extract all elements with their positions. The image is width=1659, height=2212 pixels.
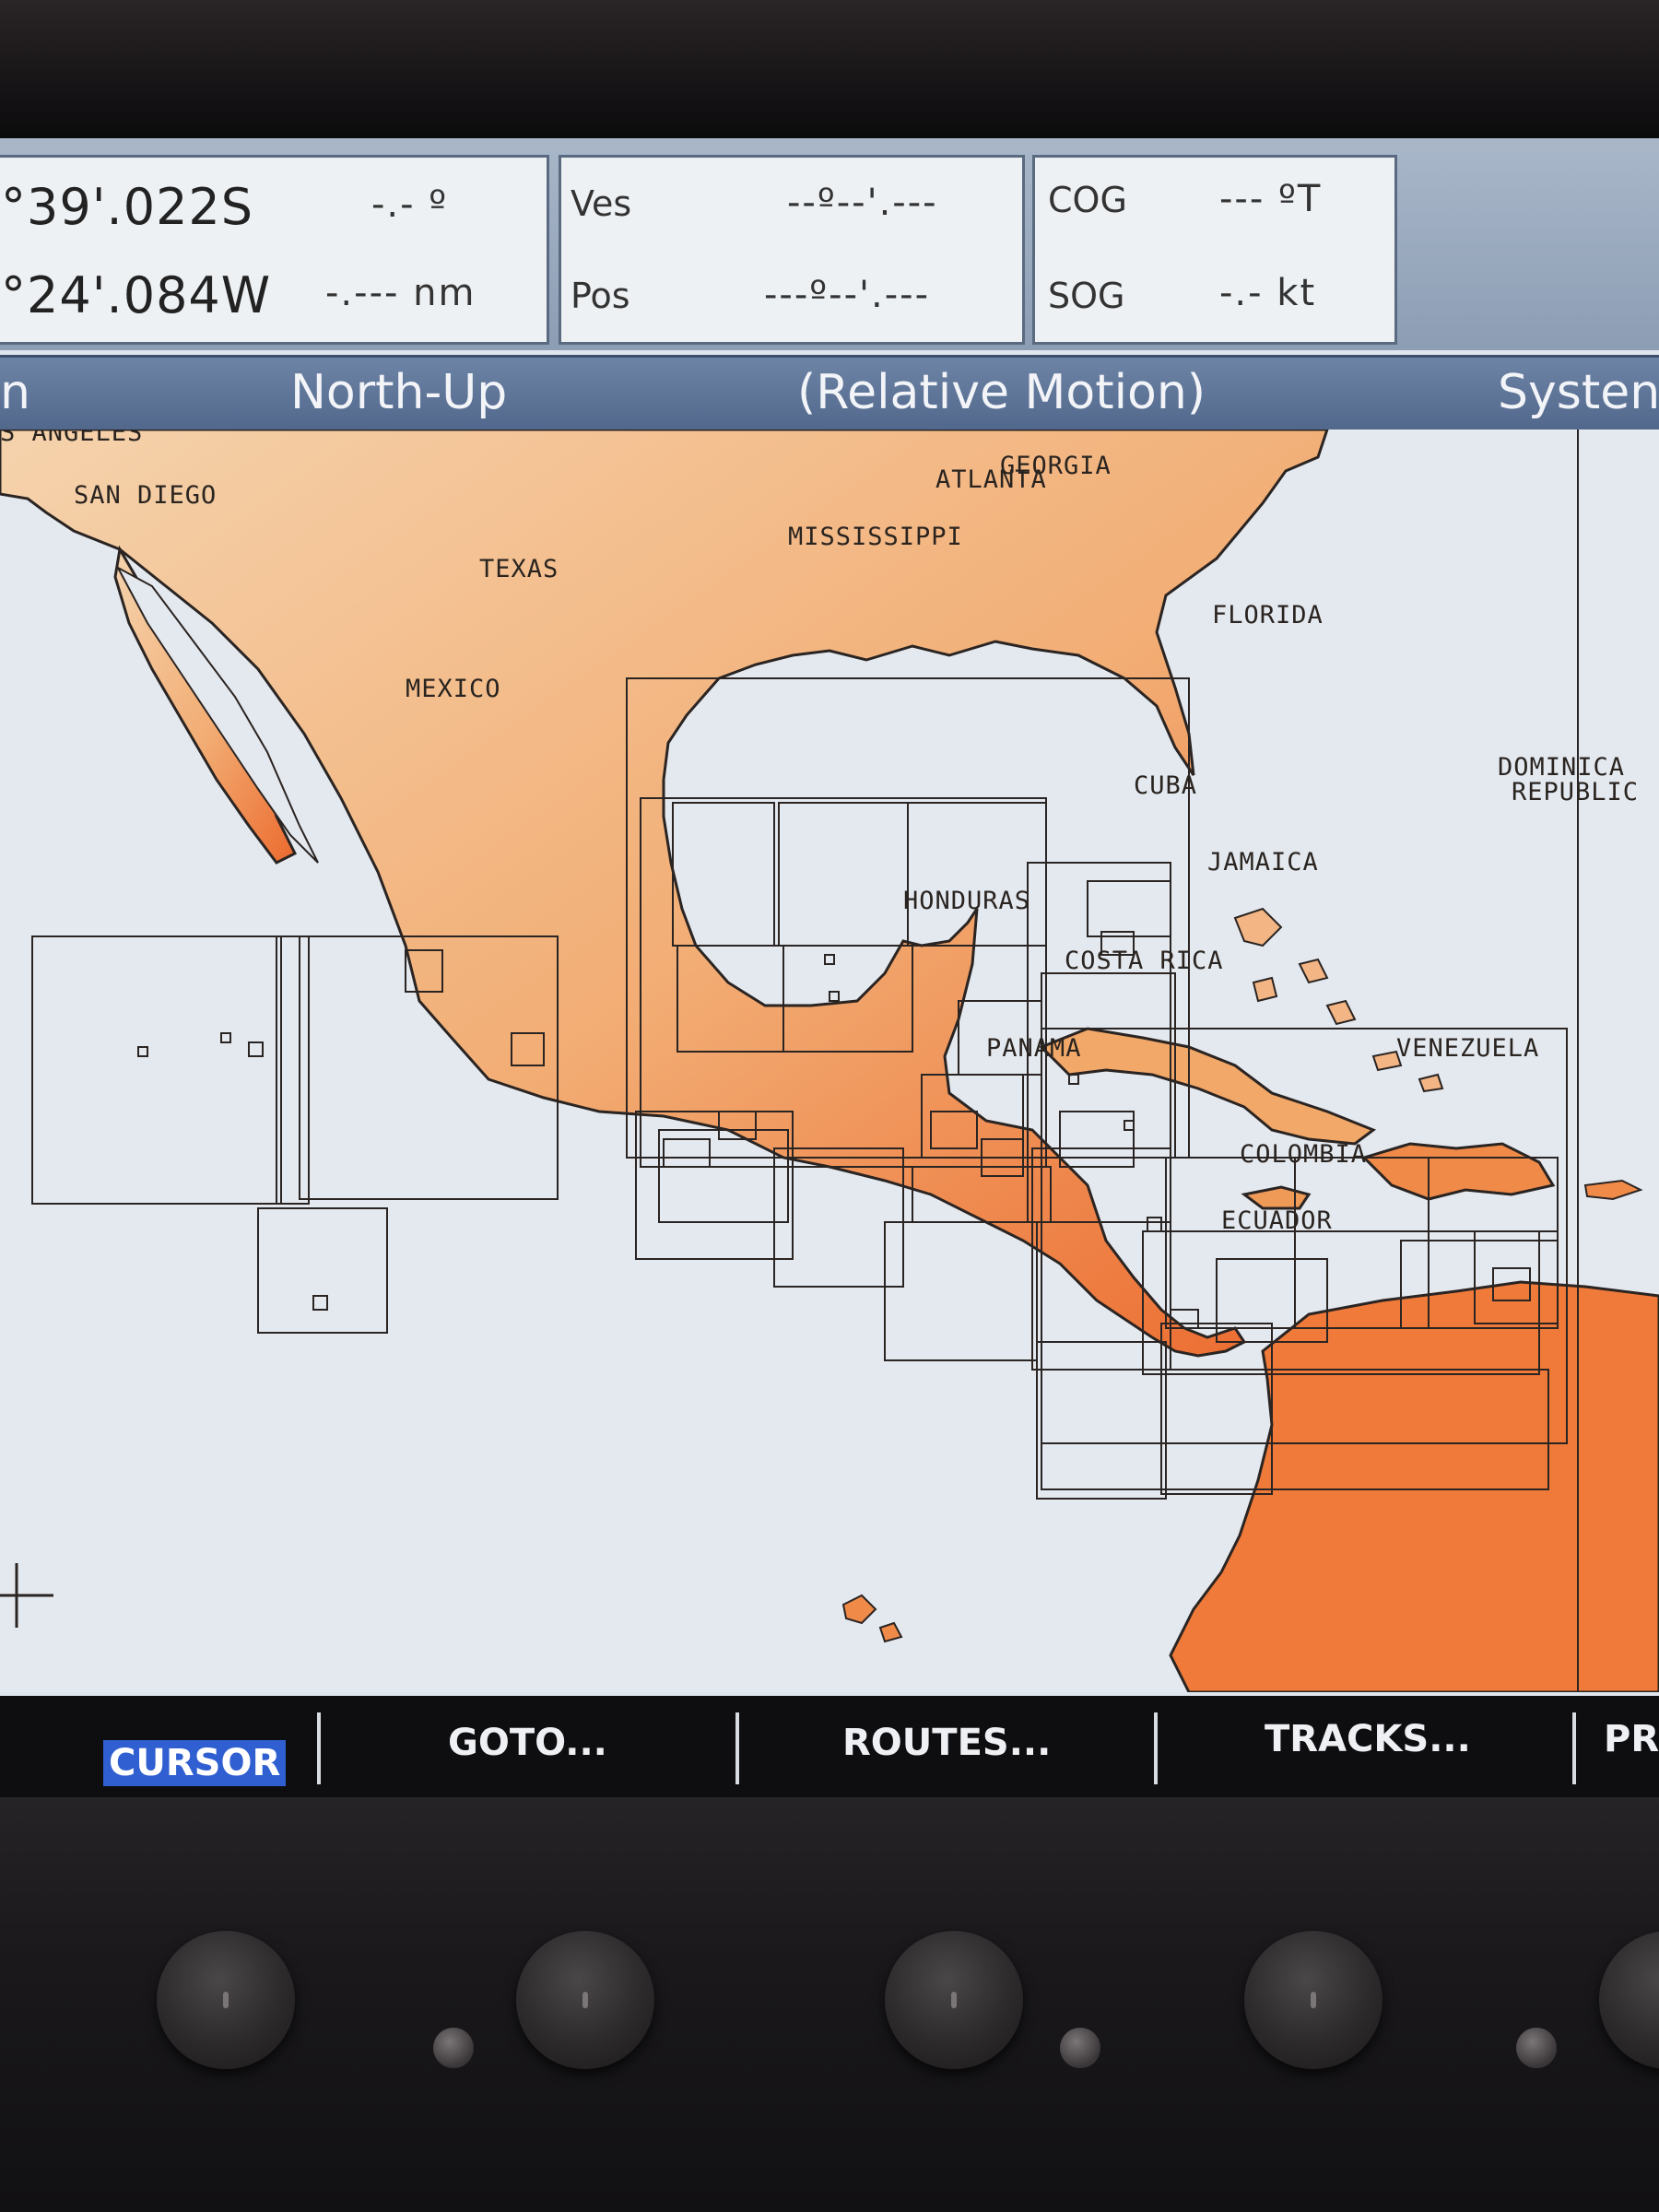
system-menu[interactable]: Systen [1498, 365, 1659, 420]
button-indicator [1311, 1992, 1316, 2008]
label-atlanta: ATLANTA [935, 465, 1047, 494]
mode-left-fragment: n [0, 365, 30, 420]
softkey-button-1[interactable] [157, 1931, 295, 2069]
cursor-softkey-label: CURSOR [103, 1740, 287, 1786]
label-los-angeles: S ANGELES [0, 429, 143, 447]
label-jamaica: JAMAICA [1207, 848, 1319, 877]
softkey-bar: CURSOR GOTO... ROUTES... TRACKS... PR [0, 1696, 1659, 1797]
sog-value: -.- kt [1219, 272, 1317, 314]
pr-softkey[interactable]: PR [1576, 1696, 1659, 1797]
label-mississippi: MISSISSIPPI [788, 523, 963, 551]
cursor-position-panel: °39'.022S °24'.084W -.- º -.--- nm [0, 155, 549, 345]
sog-label: SOG [1048, 276, 1125, 316]
goto-softkey-label: GOTO... [448, 1722, 607, 1764]
cursor-range: -.--- nm [325, 272, 477, 314]
label-panama: PANAMA [986, 1034, 1082, 1063]
softkey-button-3[interactable] [885, 1931, 1023, 2069]
label-colombia: COLOMBIA [1240, 1140, 1367, 1169]
nautical-chart-map[interactable]: S ANGELES SAN DIEGO GEORGIA ATLANTA MISS… [0, 429, 1659, 1692]
label-san-diego: SAN DIEGO [74, 481, 217, 510]
chartplotter-screen: °39'.022S °24'.084W -.- º -.--- nm Ves P… [0, 138, 1659, 1797]
softkey-button-4[interactable] [1244, 1931, 1382, 2069]
goto-softkey[interactable]: GOTO... [321, 1696, 735, 1797]
label-ecuador: ECUADOR [1221, 1206, 1333, 1235]
pr-softkey-label: PR [1604, 1718, 1659, 1760]
cog-value: --- ºT [1219, 178, 1323, 220]
orientation-mode[interactable]: North-Up [290, 365, 507, 420]
button-indicator [223, 1992, 229, 2008]
pos-value: ---º--'.--- [764, 274, 931, 316]
routes-softkey[interactable]: ROUTES... [739, 1696, 1154, 1797]
softkey-button-2[interactable] [516, 1931, 654, 2069]
routes-softkey-label: ROUTES... [842, 1722, 1052, 1764]
chart-area[interactable]: S ANGELES SAN DIEGO GEORGIA ATLANTA MISS… [0, 429, 1659, 1692]
label-texas: TEXAS [479, 555, 559, 583]
screw-icon [1060, 2028, 1100, 2068]
tracks-softkey[interactable]: TRACKS... [1158, 1696, 1572, 1797]
label-cuba: CUBA [1134, 771, 1197, 800]
pos-label: Pos [571, 276, 630, 316]
data-header: °39'.022S °24'.084W -.- º -.--- nm Ves P… [0, 138, 1659, 350]
ves-value: --º--'.--- [787, 182, 938, 224]
label-mexico: MEXICO [406, 675, 501, 703]
screw-icon [433, 2028, 474, 2068]
motion-mode[interactable]: (Relative Motion) [797, 365, 1206, 420]
cursor-softkey[interactable]: CURSOR [0, 1696, 318, 1797]
label-honduras: HONDURAS [903, 887, 1030, 915]
button-indicator [951, 1992, 957, 2008]
label-venezuela: VENEZUELA [1396, 1034, 1539, 1063]
course-speed-panel: COG SOG --- ºT -.- kt [1032, 155, 1397, 345]
cog-label: COG [1048, 180, 1127, 220]
device-bezel-top [0, 0, 1659, 138]
cursor-latitude: °39'.022S [1, 178, 254, 236]
button-indicator [582, 1992, 588, 2008]
vessel-position-panel: Ves Pos --º--'.--- ---º--'.--- [559, 155, 1025, 345]
tracks-softkey-label: TRACKS... [1265, 1718, 1471, 1760]
label-florida: FLORIDA [1212, 601, 1324, 629]
ves-label: Ves [571, 183, 632, 224]
label-republic: REPUBLIC [1512, 778, 1639, 806]
screw-icon [1516, 2028, 1557, 2068]
cursor-longitude: °24'.084W [1, 266, 272, 324]
cursor-bearing: -.- º [371, 183, 449, 226]
chart-mode-bar: n North-Up (Relative Motion) Systen [0, 355, 1659, 432]
label-costa-rica: COSTA RICA [1065, 947, 1224, 975]
